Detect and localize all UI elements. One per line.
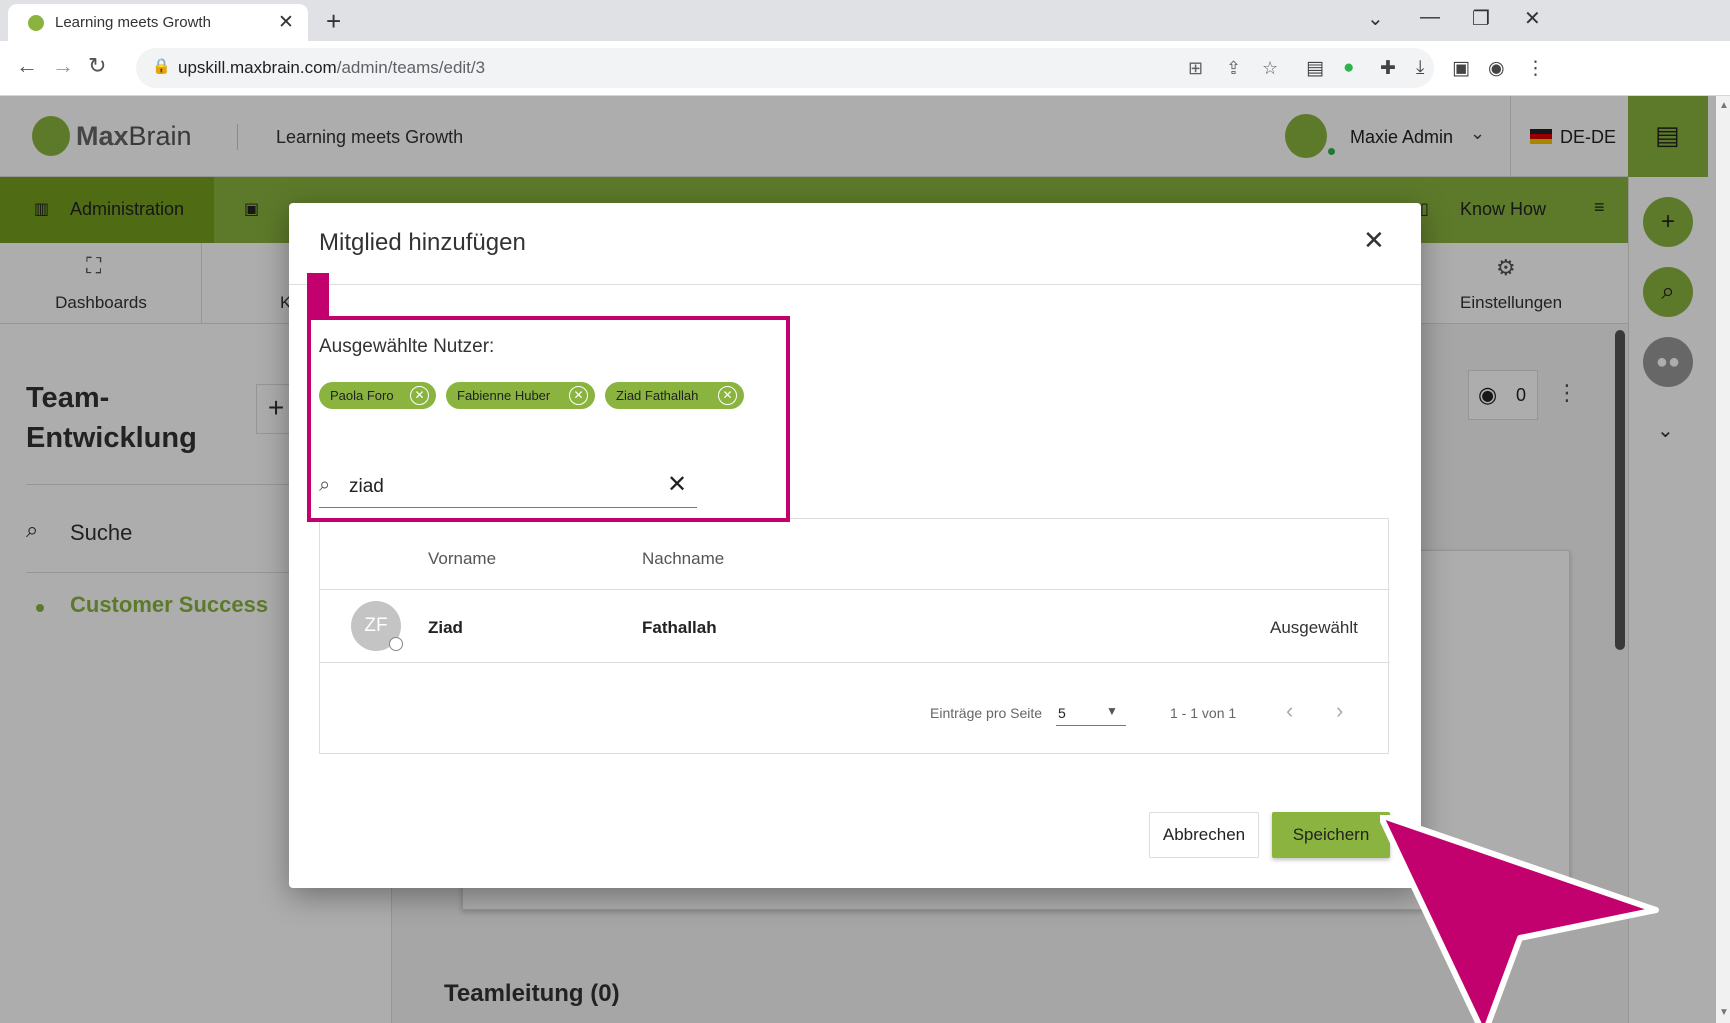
add-member-dialog: Mitglied hinzufügen ✕ Ausgewählte Nutzer… — [289, 203, 1421, 888]
column-header-vorname[interactable]: Vorname — [428, 549, 496, 569]
dialog-title: Mitglied hinzufügen — [319, 229, 526, 256]
page-size-select[interactable]: 5 ▼ — [1056, 698, 1126, 726]
previous-page-icon[interactable]: ‹ — [1286, 698, 1293, 724]
lock-icon[interactable]: 🔒 — [152, 57, 171, 75]
browser-tab[interactable]: Learning meets Growth ✕ — [8, 4, 308, 41]
close-tab-icon[interactable]: ✕ — [278, 11, 294, 34]
side-panel-icon[interactable]: ▣ — [1452, 57, 1470, 80]
page-size-label: Einträge pro Seite — [930, 705, 1043, 721]
profile-avatar-icon[interactable]: ◉ — [1488, 57, 1505, 80]
forward-icon[interactable]: → — [52, 53, 74, 79]
extensions-puzzle-icon[interactable]: ✚ — [1380, 57, 1396, 80]
cell-vorname[interactable]: Ziad — [428, 618, 463, 638]
translate-icon[interactable]: ⊞ — [1188, 58, 1203, 79]
favicon-icon — [28, 15, 44, 31]
bookmark-star-icon[interactable]: ☆ — [1262, 58, 1278, 79]
row-divider — [320, 589, 1390, 590]
next-page-icon[interactable]: › — [1336, 698, 1343, 724]
minimize-icon[interactable]: — — [1420, 6, 1440, 29]
tab-title: Learning meets Growth — [55, 14, 211, 31]
window-close-icon[interactable]: ✕ — [1524, 6, 1541, 31]
restore-icon[interactable]: ❐ — [1472, 6, 1490, 31]
browser-menu-icon[interactable]: ⋮ — [1526, 57, 1545, 80]
row-divider — [320, 662, 1390, 663]
pointer-arrow-icon — [1380, 815, 1659, 1023]
offline-status-dot — [389, 637, 403, 651]
highlight-marker — [307, 273, 329, 318]
address-bar[interactable]: 🔒 upskill.maxbrain.com/admin/teams/edit/… — [136, 48, 1434, 88]
url-text[interactable]: upskill.maxbrain.com/admin/teams/edit/3 — [178, 58, 485, 78]
browser-tab-bar: Learning meets Growth ✕ + ⌄ — ❐ ✕ — [0, 0, 1730, 41]
column-header-nachname[interactable]: Nachname — [642, 549, 724, 569]
page-size-value: 5 — [1058, 705, 1066, 721]
close-icon[interactable]: ✕ — [1363, 225, 1385, 256]
dialog-divider — [289, 284, 1421, 285]
scroll-up-icon[interactable]: ▲ — [1719, 100, 1729, 111]
download-icon[interactable]: ⤓ — [1416, 57, 1424, 79]
pagination-range: 1 - 1 von 1 — [1170, 705, 1237, 721]
back-icon[interactable]: ← — [16, 53, 38, 79]
extension-stack-icon[interactable]: ▤ — [1306, 57, 1324, 80]
highlight-frame — [307, 316, 790, 522]
cancel-button[interactable]: Abbrechen — [1149, 812, 1259, 858]
reload-icon[interactable]: ↻ — [88, 53, 106, 79]
tab-search-icon[interactable]: ⌄ — [1367, 6, 1384, 31]
save-button[interactable]: Speichern — [1272, 812, 1390, 858]
dropdown-arrow-icon: ▼ — [1106, 704, 1118, 718]
browser-toolbar: ← → ↻ 🔒 upskill.maxbrain.com/admin/teams… — [0, 41, 1730, 96]
cell-nachname[interactable]: Fathallah — [642, 618, 717, 638]
share-icon[interactable]: ⇪ — [1226, 58, 1241, 79]
extension-m-icon[interactable]: ● — [1343, 57, 1354, 79]
selection-status[interactable]: Ausgewählt — [1270, 618, 1358, 638]
user-results-table: Vorname Nachname ZF Ziad Fathallah Ausge… — [319, 518, 1390, 754]
new-tab-icon[interactable]: + — [326, 6, 341, 37]
